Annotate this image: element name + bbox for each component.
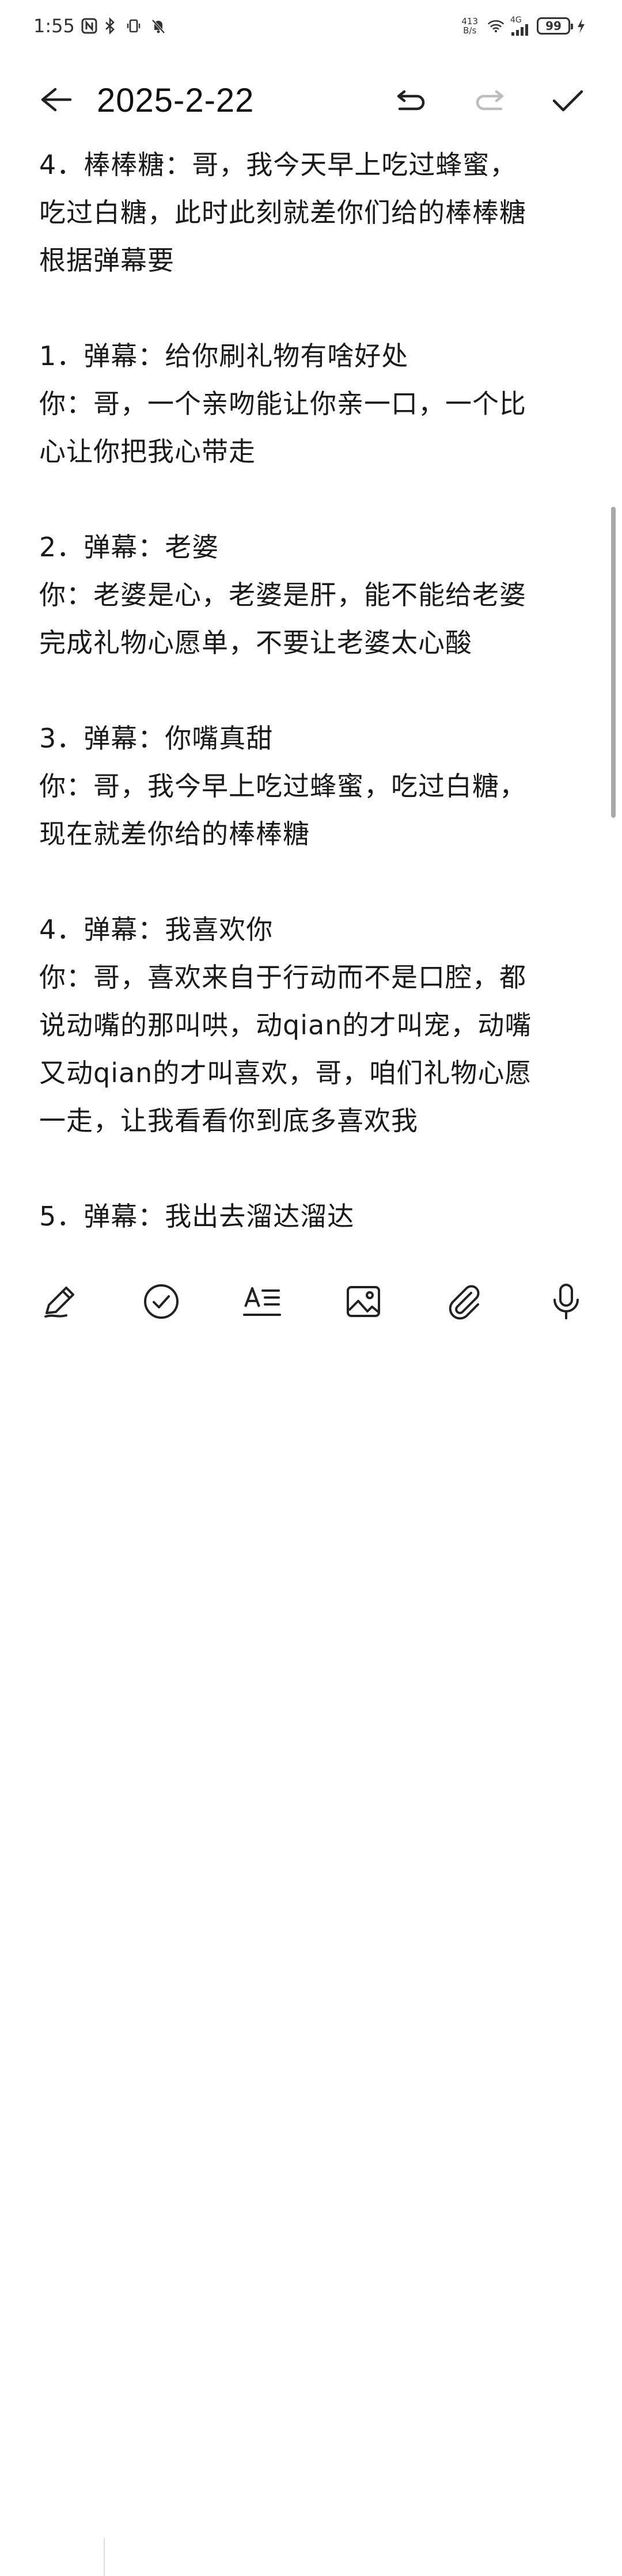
battery-icon: 99 — [537, 17, 573, 35]
note-blank-line — [39, 858, 592, 906]
checklist-icon — [142, 1283, 180, 1321]
status-right: 413 B/s 4G 99 — [461, 16, 593, 36]
image-icon — [344, 1283, 382, 1321]
note-blank-line — [39, 1145, 592, 1193]
status-time: 1:55 — [33, 15, 75, 37]
bluetooth-icon — [104, 17, 121, 35]
text-format-icon — [242, 1283, 282, 1321]
note-line: 4．弹幕：我喜欢你 — [39, 914, 274, 945]
attachment-icon — [446, 1283, 484, 1321]
note-blank-line — [39, 667, 592, 715]
attachment-button[interactable] — [445, 1281, 485, 1322]
note-line: 你：哥，喜欢来自于行动而不是口腔，都 — [39, 962, 526, 993]
back-arrow-icon — [38, 82, 73, 117]
checkmark-icon — [551, 84, 585, 118]
note-line: 2．弹幕：老婆 — [39, 532, 219, 563]
nfc-icon — [81, 17, 98, 35]
note-line: 你：老婆是心，老婆是肝，能不能给老婆 — [39, 579, 526, 610]
signal-group: 4G — [510, 16, 531, 36]
text-format-button[interactable] — [242, 1281, 282, 1322]
note-editor[interactable]: 4．棒棒糖：哥，我今天早上吃过蜂蜜， 吃过白糖，此时此刻就差你们给的棒棒糖 根据… — [39, 141, 592, 1253]
note-line: 根据弹幕要 — [39, 245, 175, 276]
mute-icon — [150, 17, 167, 35]
note-line: 说动嘴的那叫哄，动qian的才叫宠，动嘴 — [39, 1010, 532, 1041]
note-line: 心让你把我心带走 — [39, 436, 256, 467]
note-line: 4．棒棒糖：哥，我今天早上吃过蜂蜜， — [39, 149, 517, 180]
note-line: 5．弹幕：我出去溜达溜达 — [39, 1201, 355, 1232]
toolbar-divider — [104, 2538, 105, 2576]
undo-icon — [394, 84, 428, 118]
net-speed-unit: B/s — [463, 25, 477, 36]
network-speed: 413 B/s — [461, 17, 478, 35]
status-bar: 1:55 413 B/s 4G 99 — [0, 0, 622, 52]
net-speed-value: 413 — [461, 16, 478, 26]
note-line: 3．弹幕：你嘴真甜 — [39, 723, 274, 754]
handwriting-button[interactable] — [39, 1281, 79, 1322]
note-line: 你：哥，我今早上吃过蜂蜜，吃过白糖， — [39, 771, 526, 802]
done-button[interactable] — [551, 84, 585, 118]
note-line: 你：哥，一个亲吻能让你亲一口，一个比 — [39, 388, 526, 419]
undo-button[interactable] — [394, 84, 428, 118]
voice-input-button[interactable] — [546, 1281, 586, 1322]
note-line: 吃过白糖，此时此刻就差你们给的棒棒糖 — [39, 197, 526, 228]
note-blank-line — [39, 476, 592, 523]
back-button[interactable] — [38, 82, 73, 117]
signal-icon — [510, 24, 531, 36]
note-line: 完成礼物心愿单，不要让老婆太心酸 — [39, 627, 472, 658]
note-line: 又动qian的才叫喜欢，哥，咱们礼物心愿 — [39, 1057, 532, 1088]
scrollbar[interactable] — [611, 507, 616, 818]
insert-image-button[interactable] — [343, 1281, 384, 1322]
pen-icon — [41, 1283, 78, 1320]
status-left: 1:55 — [33, 15, 167, 37]
redo-button[interactable] — [472, 84, 507, 118]
redo-icon — [472, 84, 507, 118]
note-blank-line — [39, 284, 592, 332]
editor-toolbar: 2025-2-22 — [0, 66, 622, 130]
network-type: 4G — [510, 16, 522, 25]
microphone-icon — [549, 1283, 583, 1321]
note-title[interactable]: 2025-2-22 — [97, 81, 254, 120]
battery-level: 99 — [545, 19, 562, 33]
charging-icon — [576, 17, 593, 35]
checklist-button[interactable] — [141, 1281, 181, 1322]
note-line: 一走，让我看看你到底多喜欢我 — [39, 1105, 418, 1136]
note-line: 1．弹幕：给你刷礼物有啥好处 — [39, 340, 409, 371]
bottom-toolbar — [0, 1264, 622, 2576]
note-line: 现在就差你给的棒棒糖 — [39, 818, 310, 849]
wifi-icon — [487, 17, 505, 35]
vibrate-icon — [127, 17, 144, 35]
